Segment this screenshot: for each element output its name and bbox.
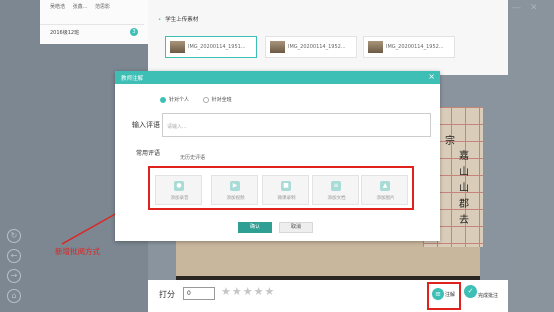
close-window-icon[interactable]: ✕ bbox=[530, 3, 538, 13]
no-history-text: 无历史评语 bbox=[180, 155, 206, 161]
thumbnail-name: IMG_20200114_1952... bbox=[288, 44, 346, 50]
minimize-icon[interactable]: — bbox=[512, 3, 521, 13]
common-comments-label: 常用评语 bbox=[135, 150, 160, 157]
forward-arrow-icon[interactable]: → bbox=[7, 269, 21, 283]
right-backdrop bbox=[508, 0, 554, 312]
comment-input[interactable]: 请输入... bbox=[162, 113, 431, 137]
add-document-button[interactable]: ≡ 添加文档 bbox=[312, 175, 359, 205]
tool-label: 添加图片 bbox=[376, 196, 395, 201]
complete-button[interactable]: 完成批注 bbox=[478, 292, 498, 299]
radio-all[interactable] bbox=[202, 96, 209, 103]
paper-char: 宗 bbox=[445, 136, 455, 147]
dialog-title: 教师注解 bbox=[121, 76, 144, 82]
paper-char: 郡 bbox=[459, 199, 469, 210]
document-icon: ≡ bbox=[331, 181, 341, 191]
callout-caption: 新增批阅方式 bbox=[55, 247, 100, 256]
radio-personal[interactable] bbox=[160, 96, 166, 103]
comment-label: 输入评语 bbox=[132, 121, 160, 129]
material-thumbnail[interactable]: IMG_20200114_1952... bbox=[265, 36, 357, 58]
score-label: 打分 bbox=[159, 290, 175, 299]
score-input[interactable]: 0 bbox=[183, 287, 215, 300]
check-icon[interactable]: ✓ bbox=[464, 285, 477, 298]
materials-header: 学生上传素材 IMG_20200114_1951... IMG_20200114… bbox=[148, 0, 508, 75]
tool-label: 微课录制 bbox=[277, 196, 296, 201]
student-names: 吴皓浩 张鑫... 范思影 bbox=[50, 3, 116, 10]
thumbnail-image bbox=[368, 41, 383, 53]
class-name: 2016级12班 bbox=[50, 30, 80, 36]
thumbnail-name: IMG_20200114_1952... bbox=[386, 44, 444, 50]
tool-label: 添加视频 bbox=[226, 196, 245, 201]
section-title: 学生上传素材 bbox=[158, 15, 198, 23]
thumbnail-image bbox=[170, 41, 185, 53]
count-badge: 3 bbox=[130, 28, 138, 36]
confirm-button[interactable]: 确认 bbox=[238, 222, 272, 233]
add-image-button[interactable]: ▲ 添加图片 bbox=[361, 175, 408, 205]
add-video-button[interactable]: ▶ 添加视频 bbox=[211, 175, 258, 205]
material-thumbnail[interactable]: IMG_20200114_1951... bbox=[165, 36, 257, 58]
back-arrow-icon[interactable]: ← bbox=[7, 249, 21, 263]
paper-char: 山 bbox=[459, 167, 469, 178]
thumbnail-image bbox=[270, 41, 285, 53]
class-row[interactable]: 2016级12班 3 bbox=[40, 24, 144, 38]
material-thumbnail[interactable]: IMG_20200114_1952... bbox=[363, 36, 455, 58]
tool-label: 添加文档 bbox=[327, 196, 346, 201]
scope-options: 针对个人 针对全班 bbox=[160, 96, 244, 103]
image-icon: ▲ bbox=[380, 181, 390, 191]
paper-char: 去 bbox=[459, 215, 469, 226]
home-icon[interactable]: ⌂ bbox=[7, 289, 21, 303]
student-name[interactable]: 吴皓浩 bbox=[50, 4, 65, 10]
microphone-icon: ● bbox=[174, 181, 184, 191]
tool-label: 添加录音 bbox=[170, 196, 189, 201]
annotation-dialog: 教师注解 × 针对个人 针对全班 输入评语 请输入... 常用评语 无历史评语 … bbox=[115, 71, 440, 241]
student-name[interactable]: 范思影 bbox=[95, 4, 110, 10]
radio-all-label[interactable]: 针对全班 bbox=[212, 97, 232, 103]
camera-icon: ■ bbox=[281, 181, 291, 191]
dialog-header: 教师注解 × bbox=[115, 71, 440, 84]
thumbnail-name: IMG_20200114_1951... bbox=[188, 44, 246, 50]
close-icon[interactable]: × bbox=[428, 72, 435, 81]
student-name[interactable]: 张鑫... bbox=[73, 4, 88, 10]
refresh-icon[interactable]: ↻ bbox=[7, 229, 21, 243]
record-lesson-button[interactable]: ■ 微课录制 bbox=[262, 175, 309, 205]
add-audio-button[interactable]: ● 添加录音 bbox=[155, 175, 202, 205]
paper-char: 嘉 bbox=[459, 151, 469, 162]
annotate-icon[interactable]: ≡ bbox=[432, 288, 444, 300]
cancel-button[interactable]: 取消 bbox=[279, 222, 313, 233]
radio-personal-label[interactable]: 针对个人 bbox=[169, 97, 189, 103]
paper-char: 山 bbox=[459, 183, 469, 194]
grading-bar: 打分 0 ★★★★★ ≡ 注解 ✓ 完成批注 bbox=[148, 280, 508, 312]
video-file-icon: ▶ bbox=[230, 181, 240, 191]
annotate-button[interactable]: 注解 bbox=[445, 291, 455, 298]
star-rating[interactable]: ★★★★★ bbox=[221, 285, 275, 298]
